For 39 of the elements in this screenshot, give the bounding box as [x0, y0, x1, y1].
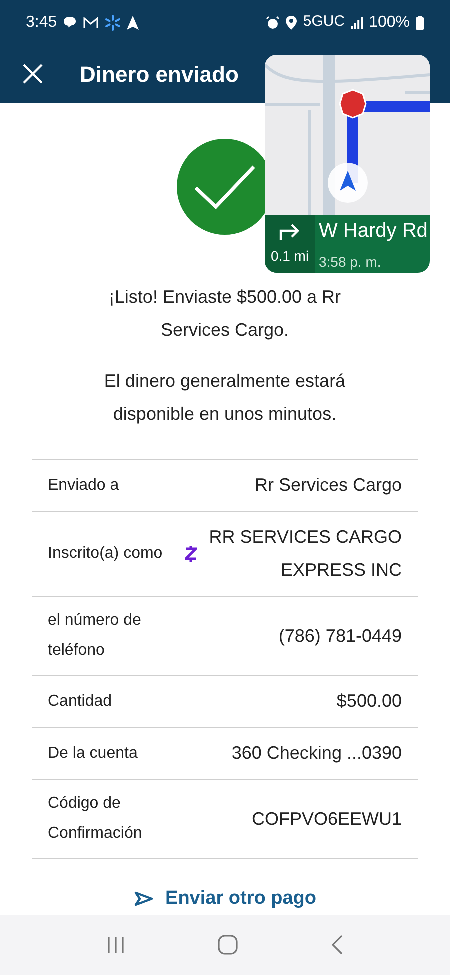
- detail-label: De la cuenta: [48, 744, 138, 764]
- screen-title: Dinero enviado: [80, 60, 239, 88]
- zelle-icon: [184, 545, 197, 563]
- back-icon[interactable]: [331, 935, 344, 955]
- battery-label: 100%: [369, 12, 410, 32]
- send-again-link[interactable]: Enviar otro pago: [134, 885, 316, 914]
- street-name: W Hardy Rd: [319, 218, 428, 244]
- spark-icon: [105, 14, 122, 30]
- detail-label: Inscrito(a) como: [48, 544, 163, 564]
- arrival-time: 3:58 p. m.: [319, 252, 382, 272]
- signal-icon: [351, 16, 364, 28]
- send-icon: [134, 891, 154, 908]
- chat-icon: [63, 16, 78, 29]
- distance-label: 0.1 mi: [270, 246, 310, 266]
- alarm-icon: [266, 16, 280, 30]
- detail-label: Cantidad: [48, 692, 112, 712]
- detail-value: Rr Services Cargo: [254, 474, 402, 497]
- detail-value: (786) 781-0449: [278, 624, 402, 648]
- detail-value: COFPVO6EEWU1: [252, 808, 402, 830]
- navigation-overlay[interactable]: 0.1 mi W Hardy Rd 3:58 p. m.: [265, 55, 430, 273]
- detail-value: RR SERVICES CARGO EXPRESS INC: [208, 526, 402, 582]
- network-label: 5GUC: [303, 12, 346, 32]
- mail-icon: [83, 16, 100, 28]
- detail-label: Código de Confirmación: [48, 794, 144, 844]
- close-icon: [22, 63, 44, 85]
- clock: 3:45: [26, 12, 58, 32]
- turn-right-icon: [279, 222, 301, 240]
- home-icon[interactable]: [218, 935, 238, 955]
- location-icon: [286, 16, 298, 30]
- recent-apps-icon[interactable]: [106, 936, 125, 954]
- navigation-arrow-icon: [127, 16, 140, 30]
- battery-icon: [416, 16, 424, 30]
- check-icon: [194, 164, 256, 210]
- detail-label: el número de teléfono: [48, 611, 142, 661]
- confirmation-message: ¡Listo! Enviaste $500.00 a Rr Services Cargo.: [108, 286, 342, 342]
- availability-note: El dinero generalmente estará disponible en unos minutos.: [103, 370, 347, 426]
- detail-value: 360 Checking ...0390: [232, 742, 402, 765]
- detail-label: Enviado a: [48, 476, 120, 496]
- detail-value: $500.00: [336, 690, 402, 713]
